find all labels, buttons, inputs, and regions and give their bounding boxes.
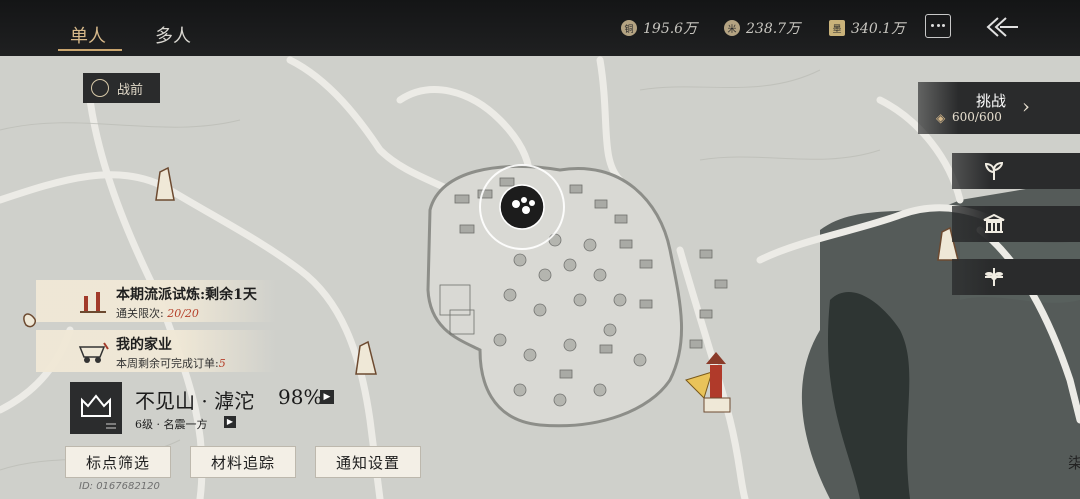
- active-tab-underline: [58, 49, 122, 51]
- currency-copper: 铜 195.6万: [621, 18, 697, 38]
- chevron-right-icon: ›: [1022, 94, 1030, 118]
- notice-title: 本期流派试炼:剩余1天: [116, 287, 257, 303]
- flower-emblem-icon: [985, 268, 1003, 286]
- building-icon: [983, 213, 1005, 233]
- cart-icon: [78, 342, 109, 363]
- back-arrow-icon: [986, 17, 1018, 37]
- currency-value: 195.6万: [643, 21, 698, 37]
- user-id: ID: 0167682120: [79, 481, 160, 492]
- ink-icon: 墨: [829, 20, 845, 36]
- currency-grain: 米 238.7万: [724, 18, 800, 38]
- currency-ink: 墨 340.1万: [829, 18, 905, 38]
- side-button-flower[interactable]: [952, 259, 1080, 295]
- era-label: 战前: [117, 82, 144, 98]
- location-name: 不见山 · 滹沱: [135, 389, 255, 413]
- side-button-building[interactable]: [952, 206, 1080, 242]
- exploration-percent: 98%: [278, 385, 323, 409]
- challenge-button[interactable]: ◈ 挑战 600/600 ›: [918, 82, 1080, 134]
- rank-detail-button[interactable]: ▶: [224, 416, 236, 428]
- currency-value: 340.1万: [851, 21, 906, 37]
- clock-icon: [91, 79, 109, 97]
- challenge-title: 挑战: [976, 92, 1007, 110]
- currency-value: 238.7万: [746, 21, 801, 37]
- challenge-count: 600/600: [952, 110, 1002, 124]
- faction-trial-notice[interactable]: 本期流派试炼:剩余1天 通关限次: 20/20: [36, 280, 276, 322]
- location-detail-button[interactable]: ▶: [320, 390, 334, 404]
- era-toggle-button[interactable]: 战前: [83, 73, 160, 103]
- trial-tower-icon: [80, 292, 106, 313]
- map-label-edge: 柒: [1068, 454, 1080, 472]
- side-button-sprout[interactable]: [952, 153, 1080, 189]
- family-business-notice[interactable]: 我的家业 本周剩余可完成订单:5: [36, 330, 276, 372]
- notification-settings-button[interactable]: 通知设置: [315, 446, 421, 478]
- tab-multi-player[interactable]: 多人: [155, 22, 191, 48]
- plant-sprout-icon: [984, 161, 1004, 180]
- mountain-icon: [81, 394, 116, 429]
- material-tracking-button[interactable]: 材料追踪: [190, 446, 296, 478]
- marker-filter-button[interactable]: 标点筛选: [65, 446, 171, 478]
- notice-subtitle: 通关限次: 20/20: [116, 307, 199, 320]
- notice-subtitle: 本周剩余可完成订单:5: [116, 357, 226, 370]
- more-menu-button[interactable]: [925, 14, 951, 38]
- diamond-icon: ◈: [936, 111, 946, 125]
- notice-title: 我的家业: [116, 337, 172, 353]
- location-emblem-button[interactable]: [70, 382, 122, 434]
- tab-single-player[interactable]: 单人: [70, 22, 106, 48]
- location-rank: 6级 · 名震一方: [135, 418, 208, 431]
- back-button[interactable]: [984, 14, 1020, 40]
- grain-coin-icon: 米: [724, 20, 740, 36]
- copper-coin-icon: 铜: [621, 20, 637, 36]
